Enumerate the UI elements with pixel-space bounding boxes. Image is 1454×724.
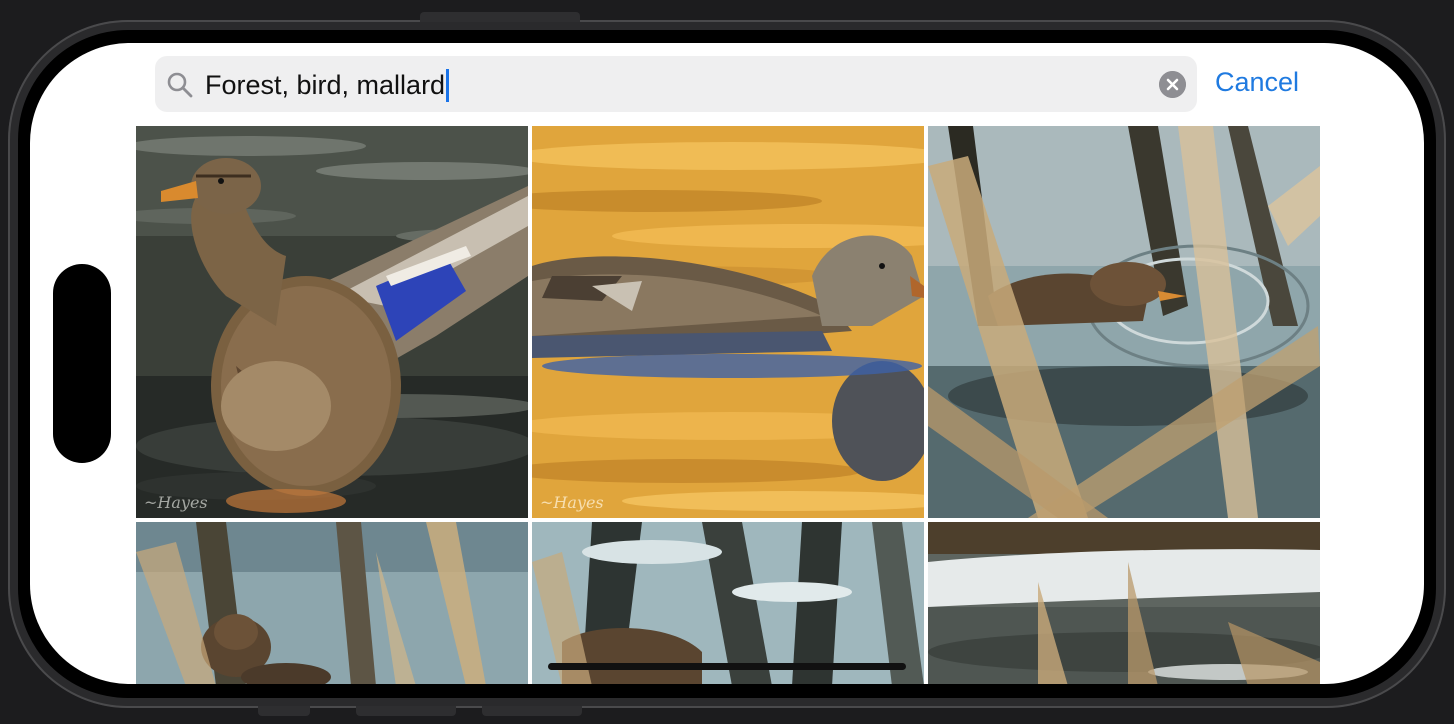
mallard-photo: ~Hayes <box>136 126 528 518</box>
svg-text:~Hayes: ~Hayes <box>144 493 208 512</box>
search-input[interactable]: Forest, bird, mallard <box>205 69 450 102</box>
photo-thumbnail[interactable] <box>532 522 924 684</box>
dynamic-island <box>53 264 111 463</box>
cancel-button[interactable]: Cancel <box>1215 67 1299 98</box>
photo-thumbnail[interactable]: ~Hayes <box>532 126 924 518</box>
pond-photo <box>928 522 1320 684</box>
search-query: Forest, bird, mallard <box>205 70 446 100</box>
volume-button <box>420 12 580 22</box>
photo-thumbnail[interactable] <box>136 522 528 684</box>
side-button <box>482 706 582 716</box>
mallard-photo <box>136 522 528 684</box>
search-bar[interactable]: Forest, bird, mallard <box>155 56 1197 112</box>
photo-thumbnail[interactable]: ~Hayes <box>136 126 528 518</box>
mallard-photo <box>532 522 924 684</box>
home-indicator[interactable] <box>548 663 906 670</box>
photo-thumbnail[interactable] <box>928 522 1320 684</box>
clear-icon[interactable] <box>1159 71 1186 98</box>
screen: Forest, bird, mallard Cancel ~Hayes ~Hay… <box>30 43 1424 684</box>
photo-thumbnail[interactable] <box>928 126 1320 518</box>
side-button <box>258 706 310 716</box>
svg-text:~Hayes: ~Hayes <box>540 493 604 512</box>
side-button <box>356 706 456 716</box>
text-caret <box>446 69 450 102</box>
mallard-photo <box>928 126 1320 518</box>
mallard-photo: ~Hayes <box>532 126 924 518</box>
photo-grid: ~Hayes ~Hayes <box>136 126 1320 684</box>
search-icon <box>167 72 193 98</box>
